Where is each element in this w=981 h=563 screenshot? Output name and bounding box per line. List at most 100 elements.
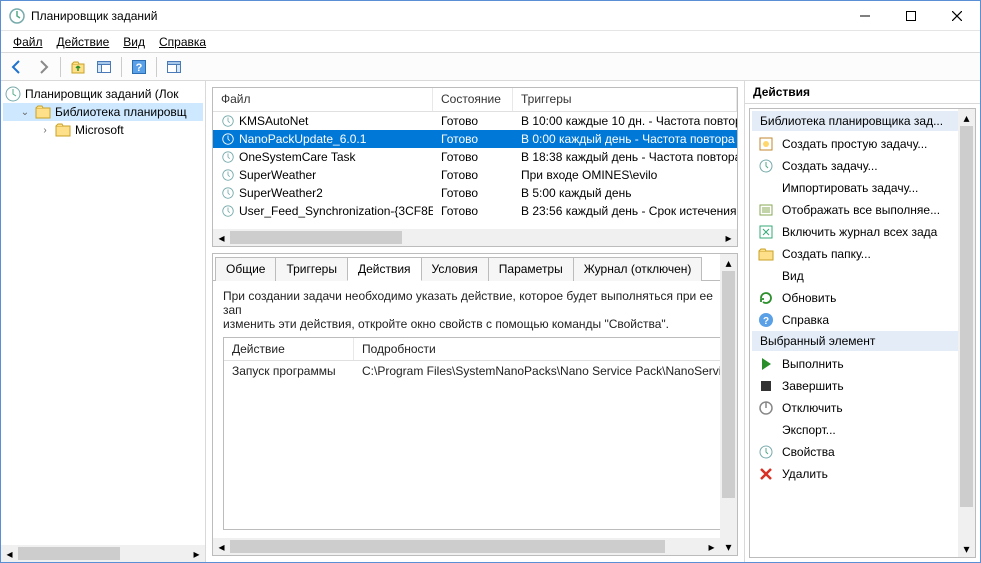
- detail-row-action: Запуск программы: [224, 361, 354, 381]
- scroll-thumb[interactable]: [230, 540, 665, 553]
- menu-file[interactable]: Файл: [7, 33, 49, 51]
- col-details[interactable]: Подробности: [354, 338, 726, 360]
- action-show-running[interactable]: Отображать все выполняе...: [752, 199, 973, 221]
- actions-pane-title: Действия: [745, 81, 980, 104]
- menu-view[interactable]: Вид: [117, 33, 151, 51]
- window-title: Планировщик заданий: [31, 9, 842, 23]
- scroll-track[interactable]: [230, 229, 720, 246]
- expander-icon[interactable]: ›: [39, 125, 51, 136]
- actions-vertical-scrollbar[interactable]: ▴ ▾: [958, 109, 975, 557]
- detail-horizontal-scrollbar[interactable]: ◂ ▸: [213, 538, 720, 555]
- tab-triggers[interactable]: Триггеры: [275, 257, 348, 281]
- scroll-track[interactable]: [230, 538, 703, 555]
- action-end[interactable]: Завершить: [752, 375, 973, 397]
- task-trigger: В 0:00 каждый день - Частота повтора пос…: [513, 132, 737, 146]
- scroll-down-icon[interactable]: ▾: [958, 540, 975, 557]
- scroll-left-icon[interactable]: ◂: [213, 229, 230, 246]
- scroll-left-icon[interactable]: ◂: [213, 538, 230, 555]
- menu-action[interactable]: Действие: [51, 33, 116, 51]
- forward-button[interactable]: [31, 55, 55, 79]
- task-list-scrollbar[interactable]: ◂ ▸: [213, 229, 737, 246]
- action-properties[interactable]: Свойства: [752, 441, 973, 463]
- scroll-thumb[interactable]: [18, 547, 120, 560]
- main-body: Планировщик заданий (Лок ⌄ Библиотека пл…: [1, 81, 980, 562]
- action-import-task[interactable]: Импортировать задачу...: [752, 177, 973, 199]
- scroll-track[interactable]: [18, 545, 188, 562]
- task-row[interactable]: SuperWeather2ГотовоВ 5:00 каждый день: [213, 184, 737, 202]
- tab-conditions[interactable]: Условия: [421, 257, 489, 281]
- clock-icon: [221, 114, 235, 128]
- action-help[interactable]: ? Справка: [752, 309, 973, 331]
- scroll-track[interactable]: [720, 271, 737, 538]
- tree-root[interactable]: Планировщик заданий (Лок: [3, 85, 203, 103]
- tree-library-label: Библиотека планировщ: [55, 105, 187, 119]
- action-delete[interactable]: Удалить: [752, 463, 973, 485]
- col-file[interactable]: Файл: [213, 88, 433, 111]
- scroll-left-icon[interactable]: ◂: [1, 545, 18, 562]
- up-button[interactable]: [66, 55, 90, 79]
- close-button[interactable]: [934, 1, 980, 30]
- show-hide-console-tree-button[interactable]: [92, 55, 116, 79]
- tab-actions[interactable]: Действия: [347, 257, 422, 281]
- task-row[interactable]: NanoPackUpdate_6.0.1ГотовоВ 0:00 каждый …: [213, 130, 737, 148]
- svg-text:?: ?: [763, 316, 769, 327]
- tree-library[interactable]: ⌄ Библиотека планировщ: [3, 103, 203, 121]
- menu-help[interactable]: Справка: [153, 33, 212, 51]
- task-row[interactable]: User_Feed_Synchronization-{3CF8E10...Гот…: [213, 202, 737, 220]
- scroll-right-icon[interactable]: ▸: [703, 538, 720, 555]
- scroll-track[interactable]: [958, 126, 975, 540]
- col-state[interactable]: Состояние: [433, 88, 513, 111]
- clock-icon: [221, 186, 235, 200]
- detail-vertical-scrollbar[interactable]: ▴ ▾: [720, 254, 737, 555]
- task-state: Готово: [433, 150, 513, 164]
- actions-group-library[interactable]: Библиотека планировщика зад...▴: [752, 111, 973, 131]
- scroll-up-icon[interactable]: ▴: [720, 254, 737, 271]
- action-create-basic-task[interactable]: Создать простую задачу...: [752, 133, 973, 155]
- action-export[interactable]: Экспорт...: [752, 419, 973, 441]
- action-disable[interactable]: Отключить: [752, 397, 973, 419]
- scroll-right-icon[interactable]: ▸: [720, 229, 737, 246]
- task-row[interactable]: OneSystemCare TaskГотовоВ 18:38 каждый д…: [213, 148, 737, 166]
- action-create-task[interactable]: Создать задачу...: [752, 155, 973, 177]
- action-refresh[interactable]: Обновить: [752, 287, 973, 309]
- task-state: Готово: [433, 168, 513, 182]
- action-run[interactable]: Выполнить: [752, 353, 973, 375]
- tab-general[interactable]: Общие: [215, 257, 276, 281]
- list-icon: [758, 202, 774, 218]
- scroll-thumb[interactable]: [230, 231, 402, 244]
- help-button[interactable]: ?: [127, 55, 151, 79]
- col-action[interactable]: Действие: [224, 338, 354, 360]
- action-new-folder[interactable]: Создать папку...: [752, 243, 973, 265]
- tab-settings[interactable]: Параметры: [488, 257, 574, 281]
- toolbar-separator: [121, 57, 122, 77]
- task-row[interactable]: SuperWeatherГотовоПри входе OMINES\evilo: [213, 166, 737, 184]
- task-trigger: В 10:00 каждые 10 дн. - Частота повтора …: [513, 114, 737, 128]
- scroll-thumb[interactable]: [722, 271, 735, 498]
- action-enable-history[interactable]: Включить журнал всех зада: [752, 221, 973, 243]
- tree-horizontal-scrollbar[interactable]: ◂ ▸: [1, 545, 205, 562]
- action-view[interactable]: Вид ▶: [752, 265, 973, 287]
- detail-row-details: C:\Program Files\SystemNanoPacks\Nano Se…: [354, 361, 726, 381]
- folder-icon: [55, 122, 71, 138]
- tree-microsoft[interactable]: › Microsoft: [3, 121, 203, 139]
- expander-icon[interactable]: ⌄: [19, 107, 31, 118]
- task-state: Готово: [433, 204, 513, 218]
- back-button[interactable]: [5, 55, 29, 79]
- scroll-thumb[interactable]: [960, 126, 973, 507]
- scroll-up-icon[interactable]: ▴: [958, 109, 975, 126]
- detail-row[interactable]: Запуск программы C:\Program Files\System…: [224, 361, 726, 381]
- detail-table: Действие Подробности Запуск программы C:…: [223, 337, 727, 530]
- detail-description: При создании задачи необходимо указать д…: [223, 289, 727, 331]
- show-hide-action-pane-button[interactable]: [162, 55, 186, 79]
- task-trigger: При входе OMINES\evilo: [513, 168, 737, 182]
- actions-list: Библиотека планировщика зад...▴ Создать …: [749, 108, 976, 558]
- tab-history[interactable]: Журнал (отключен): [573, 257, 703, 281]
- minimize-button[interactable]: [842, 1, 888, 30]
- col-triggers[interactable]: Триггеры: [513, 88, 737, 111]
- actions-group-selected[interactable]: Выбранный элемент▴: [752, 331, 973, 351]
- scroll-down-icon[interactable]: ▾: [720, 538, 737, 555]
- maximize-button[interactable]: [888, 1, 934, 30]
- scroll-right-icon[interactable]: ▸: [188, 545, 205, 562]
- detail-pane: Общие Триггеры Действия Условия Параметр…: [212, 253, 738, 556]
- task-row[interactable]: KMSAutoNetГотовоВ 10:00 каждые 10 дн. - …: [213, 112, 737, 130]
